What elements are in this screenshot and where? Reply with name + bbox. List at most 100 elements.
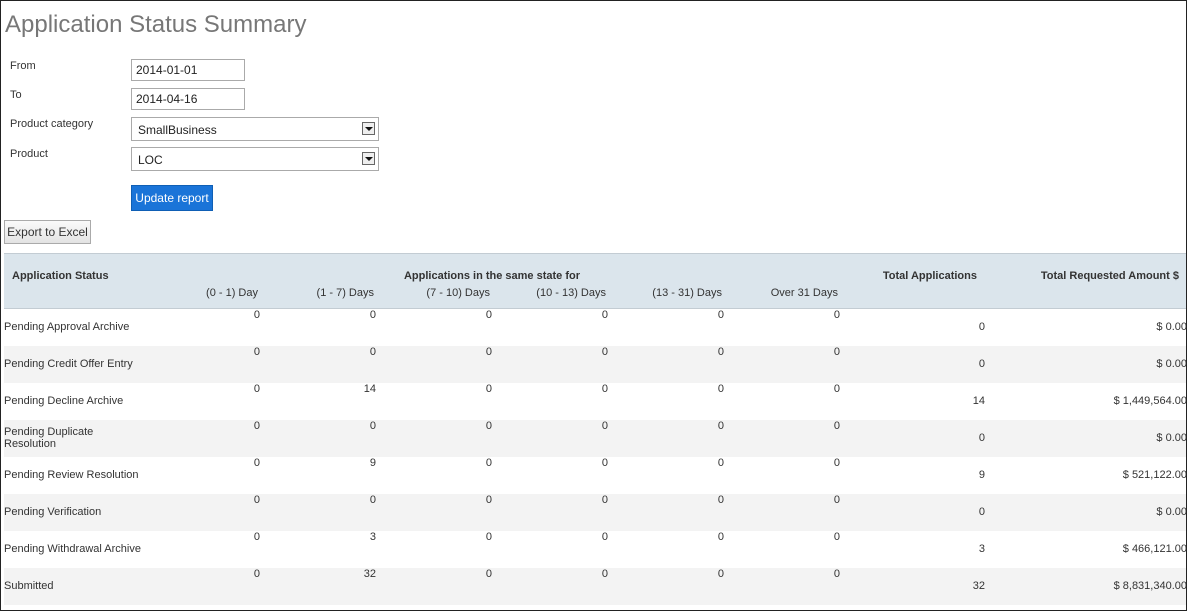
bucket-cell: 0 xyxy=(717,419,724,432)
status-cell: Pending Duplicate Resolution xyxy=(4,426,94,450)
total-applications-header: Total Applications xyxy=(840,254,985,309)
bucket-cell: 0 xyxy=(369,345,376,358)
table-header-row: Application Status (0 - 1) Day (1 - 7) D… xyxy=(4,253,1186,309)
bucket-cell: 0 xyxy=(833,456,840,469)
amount-cell: $ 521,122.00 xyxy=(1122,469,1187,481)
amount-cell: $ 0.00 xyxy=(1156,358,1187,370)
bucket-cell: 0 xyxy=(601,419,608,432)
update-report-button[interactable]: Update report xyxy=(131,185,213,211)
bucket-cell: 0 xyxy=(253,309,260,321)
product-label: Product xyxy=(10,148,48,160)
bucket-cell: 0 xyxy=(833,382,840,395)
status-cell: Pending Approval Archive xyxy=(4,321,130,334)
bucket-cell: 0 xyxy=(485,419,492,432)
amount-cell: $ 8,831,340.00 xyxy=(1113,580,1187,592)
amount-cell: $ 0.00 xyxy=(1156,321,1187,334)
bucket-cell: 0 xyxy=(601,530,608,543)
bucket-header-label: (13 - 31) Days xyxy=(652,287,722,299)
bucket-cell: 0 xyxy=(485,309,492,321)
from-date-input[interactable] xyxy=(131,59,245,81)
bucket-cell: 0 xyxy=(601,567,608,580)
bucket-header-label: Over 31 Days xyxy=(770,287,838,299)
status-column-header: Application Status xyxy=(4,254,144,309)
bucket-cell: 14 xyxy=(363,382,376,395)
bucket-cell: 0 xyxy=(253,567,260,580)
bucket-cell: 0 xyxy=(601,382,608,395)
amount-cell: $ 0.00 xyxy=(1156,506,1187,518)
bucket-column-header: (10 - 13) Days xyxy=(492,254,608,309)
total-cell: 3 xyxy=(978,543,985,555)
bucket-cell: 0 xyxy=(601,493,608,506)
to-date-input[interactable] xyxy=(131,88,245,110)
page-title: Application Status Summary xyxy=(5,11,307,38)
total-cell: 0 xyxy=(978,321,985,334)
bucket-cell: 0 xyxy=(485,567,492,580)
bucket-column-header: Over 31 Days xyxy=(724,254,840,309)
report-page: Application Status Summary From To Produ… xyxy=(0,0,1187,611)
bucket-cell: 0 xyxy=(253,530,260,543)
table-row: Pending Review Resolution 0 9 0 0 0 0 9 … xyxy=(4,456,1187,494)
bucket-cell: 9 xyxy=(369,456,376,469)
bucket-cell: 0 xyxy=(369,419,376,432)
export-to-excel-button[interactable]: Export to Excel xyxy=(4,220,91,244)
bucket-cell: 0 xyxy=(833,309,840,321)
table-row: Pending Decline Archive 0 14 0 0 0 0 14 … xyxy=(4,382,1187,420)
amount-cell: $ 0.00 xyxy=(1156,432,1187,444)
bucket-column-header: Applications in the same state for (7 - … xyxy=(376,254,580,309)
status-cell: Pending Credit Offer Entry xyxy=(4,358,133,370)
bucket-cell: 0 xyxy=(833,530,840,543)
bucket-cell: 0 xyxy=(485,345,492,358)
bucket-cell: 0 xyxy=(253,382,260,395)
status-cell: Pending Verification xyxy=(4,506,102,518)
bucket-cell: 0 xyxy=(717,345,724,358)
status-header-label: Application Status xyxy=(12,270,109,282)
status-cell: Pending Decline Archive xyxy=(4,395,124,407)
bucket-cell: 0 xyxy=(601,309,608,321)
bucket-cell: 0 xyxy=(485,530,492,543)
bucket-cell: 0 xyxy=(253,456,260,469)
product-select[interactable]: LOC xyxy=(131,147,379,171)
bucket-cell: 0 xyxy=(717,530,724,543)
table-row: Submitted 0 32 0 0 0 0 32 $ 8,831,340.00 xyxy=(4,567,1187,605)
bucket-cell: 0 xyxy=(717,382,724,395)
bucket-cell: 0 xyxy=(833,345,840,358)
bucket-cell: 0 xyxy=(833,567,840,580)
bucket-cell: 0 xyxy=(253,419,260,432)
bucket-header-label: (7 - 10) Days xyxy=(426,287,490,299)
total-cell: 0 xyxy=(978,358,985,370)
to-label: To xyxy=(10,89,22,101)
table-row: Pending Credit Offer Entry 0 0 0 0 0 0 0… xyxy=(4,345,1187,383)
bucket-cell: 32 xyxy=(363,567,376,580)
bucket-cell: 0 xyxy=(833,493,840,506)
bucket-cell: 0 xyxy=(601,345,608,358)
total-header-label: Total Applications xyxy=(882,270,977,282)
total-cell: 14 xyxy=(972,395,985,407)
product-value: LOC xyxy=(138,153,163,167)
bucket-cell: 0 xyxy=(485,382,492,395)
bucket-cell: 3 xyxy=(369,530,376,543)
status-cell: Pending Review Resolution xyxy=(4,469,139,481)
bucket-header-label: (1 - 7) Days xyxy=(316,287,374,299)
bucket-cell: 0 xyxy=(833,419,840,432)
bucket-header-label: (10 - 13) Days xyxy=(536,287,606,299)
bucket-cell: 0 xyxy=(485,456,492,469)
chevron-down-icon[interactable] xyxy=(362,152,375,165)
bucket-cell: 0 xyxy=(717,567,724,580)
amount-header-label: Total Requested Amount $ xyxy=(1040,270,1179,282)
bucket-column-header: (0 - 1) Day xyxy=(144,254,260,309)
table-row: Pending Withdrawal Archive 0 3 0 0 0 0 3… xyxy=(4,530,1186,568)
total-cell: 0 xyxy=(978,506,985,518)
chevron-down-icon[interactable] xyxy=(362,122,375,135)
status-summary-table: Application Status (0 - 1) Day (1 - 7) D… xyxy=(4,253,1187,605)
amount-cell: $ 1,449,564.00 xyxy=(1113,395,1187,407)
total-cell: 32 xyxy=(972,580,985,592)
bucket-cell: 0 xyxy=(601,456,608,469)
table-row: Pending Approval Archive 0 0 0 0 0 0 0 $… xyxy=(4,309,1187,346)
bucket-cell: 0 xyxy=(369,493,376,506)
table-row: Pending Verification 0 0 0 0 0 0 0 $ 0.0… xyxy=(4,493,1187,531)
bucket-header-label: (0 - 1) Day xyxy=(206,287,258,299)
bucket-column-header: (13 - 31) Days xyxy=(608,254,724,309)
product-category-select[interactable]: SmallBusiness xyxy=(131,117,379,141)
bucket-cell: 0 xyxy=(717,309,724,321)
bucket-cell: 0 xyxy=(253,493,260,506)
